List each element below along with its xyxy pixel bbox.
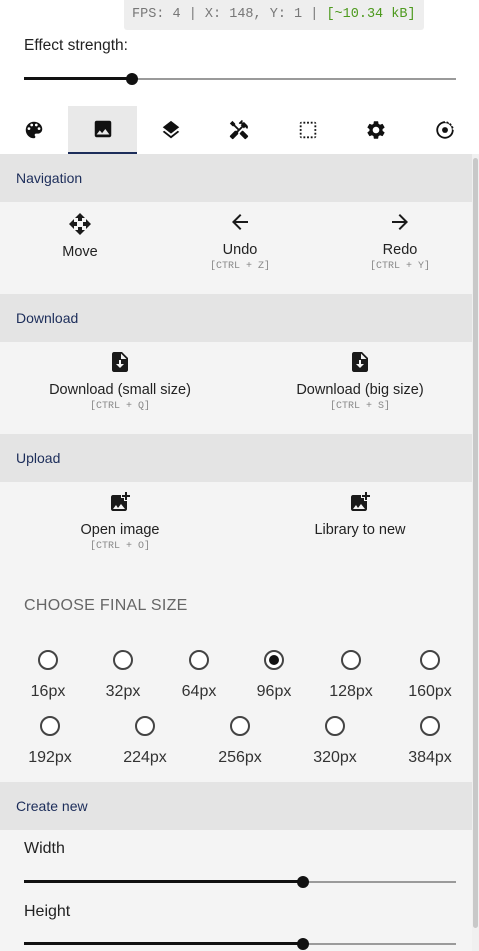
add-photo-icon xyxy=(111,492,130,511)
radio-button[interactable] xyxy=(325,716,345,736)
layers-icon xyxy=(162,120,180,139)
size-option-label: 384px xyxy=(408,749,452,766)
tab-settings[interactable] xyxy=(342,106,410,154)
open-image-button[interactable]: Open image [CTRL + O] xyxy=(40,490,200,552)
tab-tools[interactable] xyxy=(205,106,273,154)
size-option-256px[interactable]: 256px xyxy=(205,716,275,767)
tools-icon xyxy=(230,119,249,140)
section-download-title: Download xyxy=(0,294,472,342)
gear-icon xyxy=(367,121,385,139)
library-to-new-label: Library to new xyxy=(314,522,406,538)
section-upload-title: Upload xyxy=(0,434,472,482)
tab-selection[interactable] xyxy=(274,106,342,154)
radio-button[interactable] xyxy=(230,716,250,736)
height-slider[interactable] xyxy=(24,937,456,951)
add-photo-icon xyxy=(351,492,370,511)
radio-button[interactable] xyxy=(113,650,133,670)
record-icon xyxy=(436,120,455,139)
effect-strength-label: Effect strength: xyxy=(24,37,128,54)
size-option-320px[interactable]: 320px xyxy=(300,716,370,767)
section-navigation-title: Navigation xyxy=(0,154,472,202)
download-small-shortcut: [CTRL + Q] xyxy=(89,401,150,412)
size-option-label: 224px xyxy=(123,749,167,766)
open-image-label: Open image xyxy=(80,522,160,538)
radio-button[interactable] xyxy=(341,650,361,670)
size-option-label: 192px xyxy=(28,749,72,766)
library-to-new-button[interactable]: Library to new xyxy=(280,490,440,538)
tab-colors[interactable] xyxy=(0,106,68,154)
width-slider[interactable] xyxy=(24,875,456,889)
download-small-button[interactable]: Download (small size) [CTRL + Q] xyxy=(30,350,210,412)
file-download-icon xyxy=(112,352,128,372)
open-image-shortcut: [CTRL + O] xyxy=(89,541,150,552)
arrow-right-icon xyxy=(392,214,408,230)
redo-shortcut: [CTRL + Y] xyxy=(369,261,430,272)
slider-thumb[interactable] xyxy=(297,938,309,950)
selection-icon xyxy=(299,121,317,139)
size-option-96px[interactable]: 96px xyxy=(239,650,309,701)
tool-tabs xyxy=(0,106,479,154)
file-size: [~10.34 kB] xyxy=(326,7,416,22)
top-bar: FPS: 4 | X: 148, Y: 1 | [~10.34 kB] Effe… xyxy=(0,0,479,106)
size-option-192px[interactable]: 192px xyxy=(15,716,85,767)
width-label: Width xyxy=(24,840,65,857)
size-option-224px[interactable]: 224px xyxy=(110,716,180,767)
final-size-title: CHOOSE FINAL SIZE xyxy=(24,597,188,614)
size-option-label: 16px xyxy=(30,683,66,700)
undo-label: Undo xyxy=(222,242,258,258)
download-big-label: Download (big size) xyxy=(296,382,424,398)
undo-shortcut: [CTRL + Z] xyxy=(209,261,270,272)
palette-icon xyxy=(25,121,43,139)
scrollbar[interactable] xyxy=(472,154,479,951)
move-label: Move xyxy=(62,244,98,260)
arrow-left-icon xyxy=(232,214,248,230)
radio-button[interactable] xyxy=(189,650,209,670)
size-option-128px[interactable]: 128px xyxy=(316,650,386,701)
size-option-label: 256px xyxy=(218,749,262,766)
tab-record[interactable] xyxy=(411,106,479,154)
size-option-label: 64px xyxy=(181,683,217,700)
radio-button[interactable] xyxy=(38,650,58,670)
size-option-160px[interactable]: 160px xyxy=(395,650,465,701)
effect-strength-slider[interactable] xyxy=(24,72,456,86)
size-option-64px[interactable]: 64px xyxy=(164,650,234,701)
redo-button[interactable]: Redo [CTRL + Y] xyxy=(340,210,460,272)
slider-thumb[interactable] xyxy=(126,73,138,85)
size-option-label: 96px xyxy=(256,683,292,700)
undo-button[interactable]: Undo [CTRL + Z] xyxy=(180,210,300,272)
radio-button[interactable] xyxy=(420,716,440,736)
radio-button[interactable] xyxy=(264,650,284,670)
fps-coordinates: FPS: 4 | X: 148, Y: 1 | xyxy=(132,7,319,22)
tab-layers[interactable] xyxy=(137,106,205,154)
redo-label: Redo xyxy=(382,242,418,258)
image-icon xyxy=(94,120,111,138)
file-download-icon xyxy=(352,352,368,372)
radio-button[interactable] xyxy=(420,650,440,670)
size-option-label: 320px xyxy=(313,749,357,766)
size-option-384px[interactable]: 384px xyxy=(395,716,465,767)
radio-button[interactable] xyxy=(40,716,60,736)
slider-thumb[interactable] xyxy=(297,876,309,888)
move-icon xyxy=(69,213,91,235)
size-option-label: 32px xyxy=(105,683,141,700)
size-option-label: 128px xyxy=(329,683,373,700)
scrollbar-thumb[interactable] xyxy=(473,158,478,928)
tool-panel: Navigation Move Undo [CTRL + Z] Redo [CT… xyxy=(0,154,472,951)
size-option-16px[interactable]: 16px xyxy=(13,650,83,701)
download-big-shortcut: [CTRL + S] xyxy=(329,401,390,412)
download-big-button[interactable]: Download (big size) [CTRL + S] xyxy=(270,350,450,412)
height-label: Height xyxy=(24,903,71,920)
move-button[interactable]: Move xyxy=(40,212,120,260)
status-readout: FPS: 4 | X: 148, Y: 1 | [~10.34 kB] xyxy=(124,0,424,30)
size-option-32px[interactable]: 32px xyxy=(88,650,158,701)
download-small-label: Download (small size) xyxy=(49,382,191,398)
tab-image[interactable] xyxy=(68,106,137,154)
section-create-new-title: Create new xyxy=(0,782,472,830)
radio-button[interactable] xyxy=(135,716,155,736)
size-option-label: 160px xyxy=(408,683,452,700)
